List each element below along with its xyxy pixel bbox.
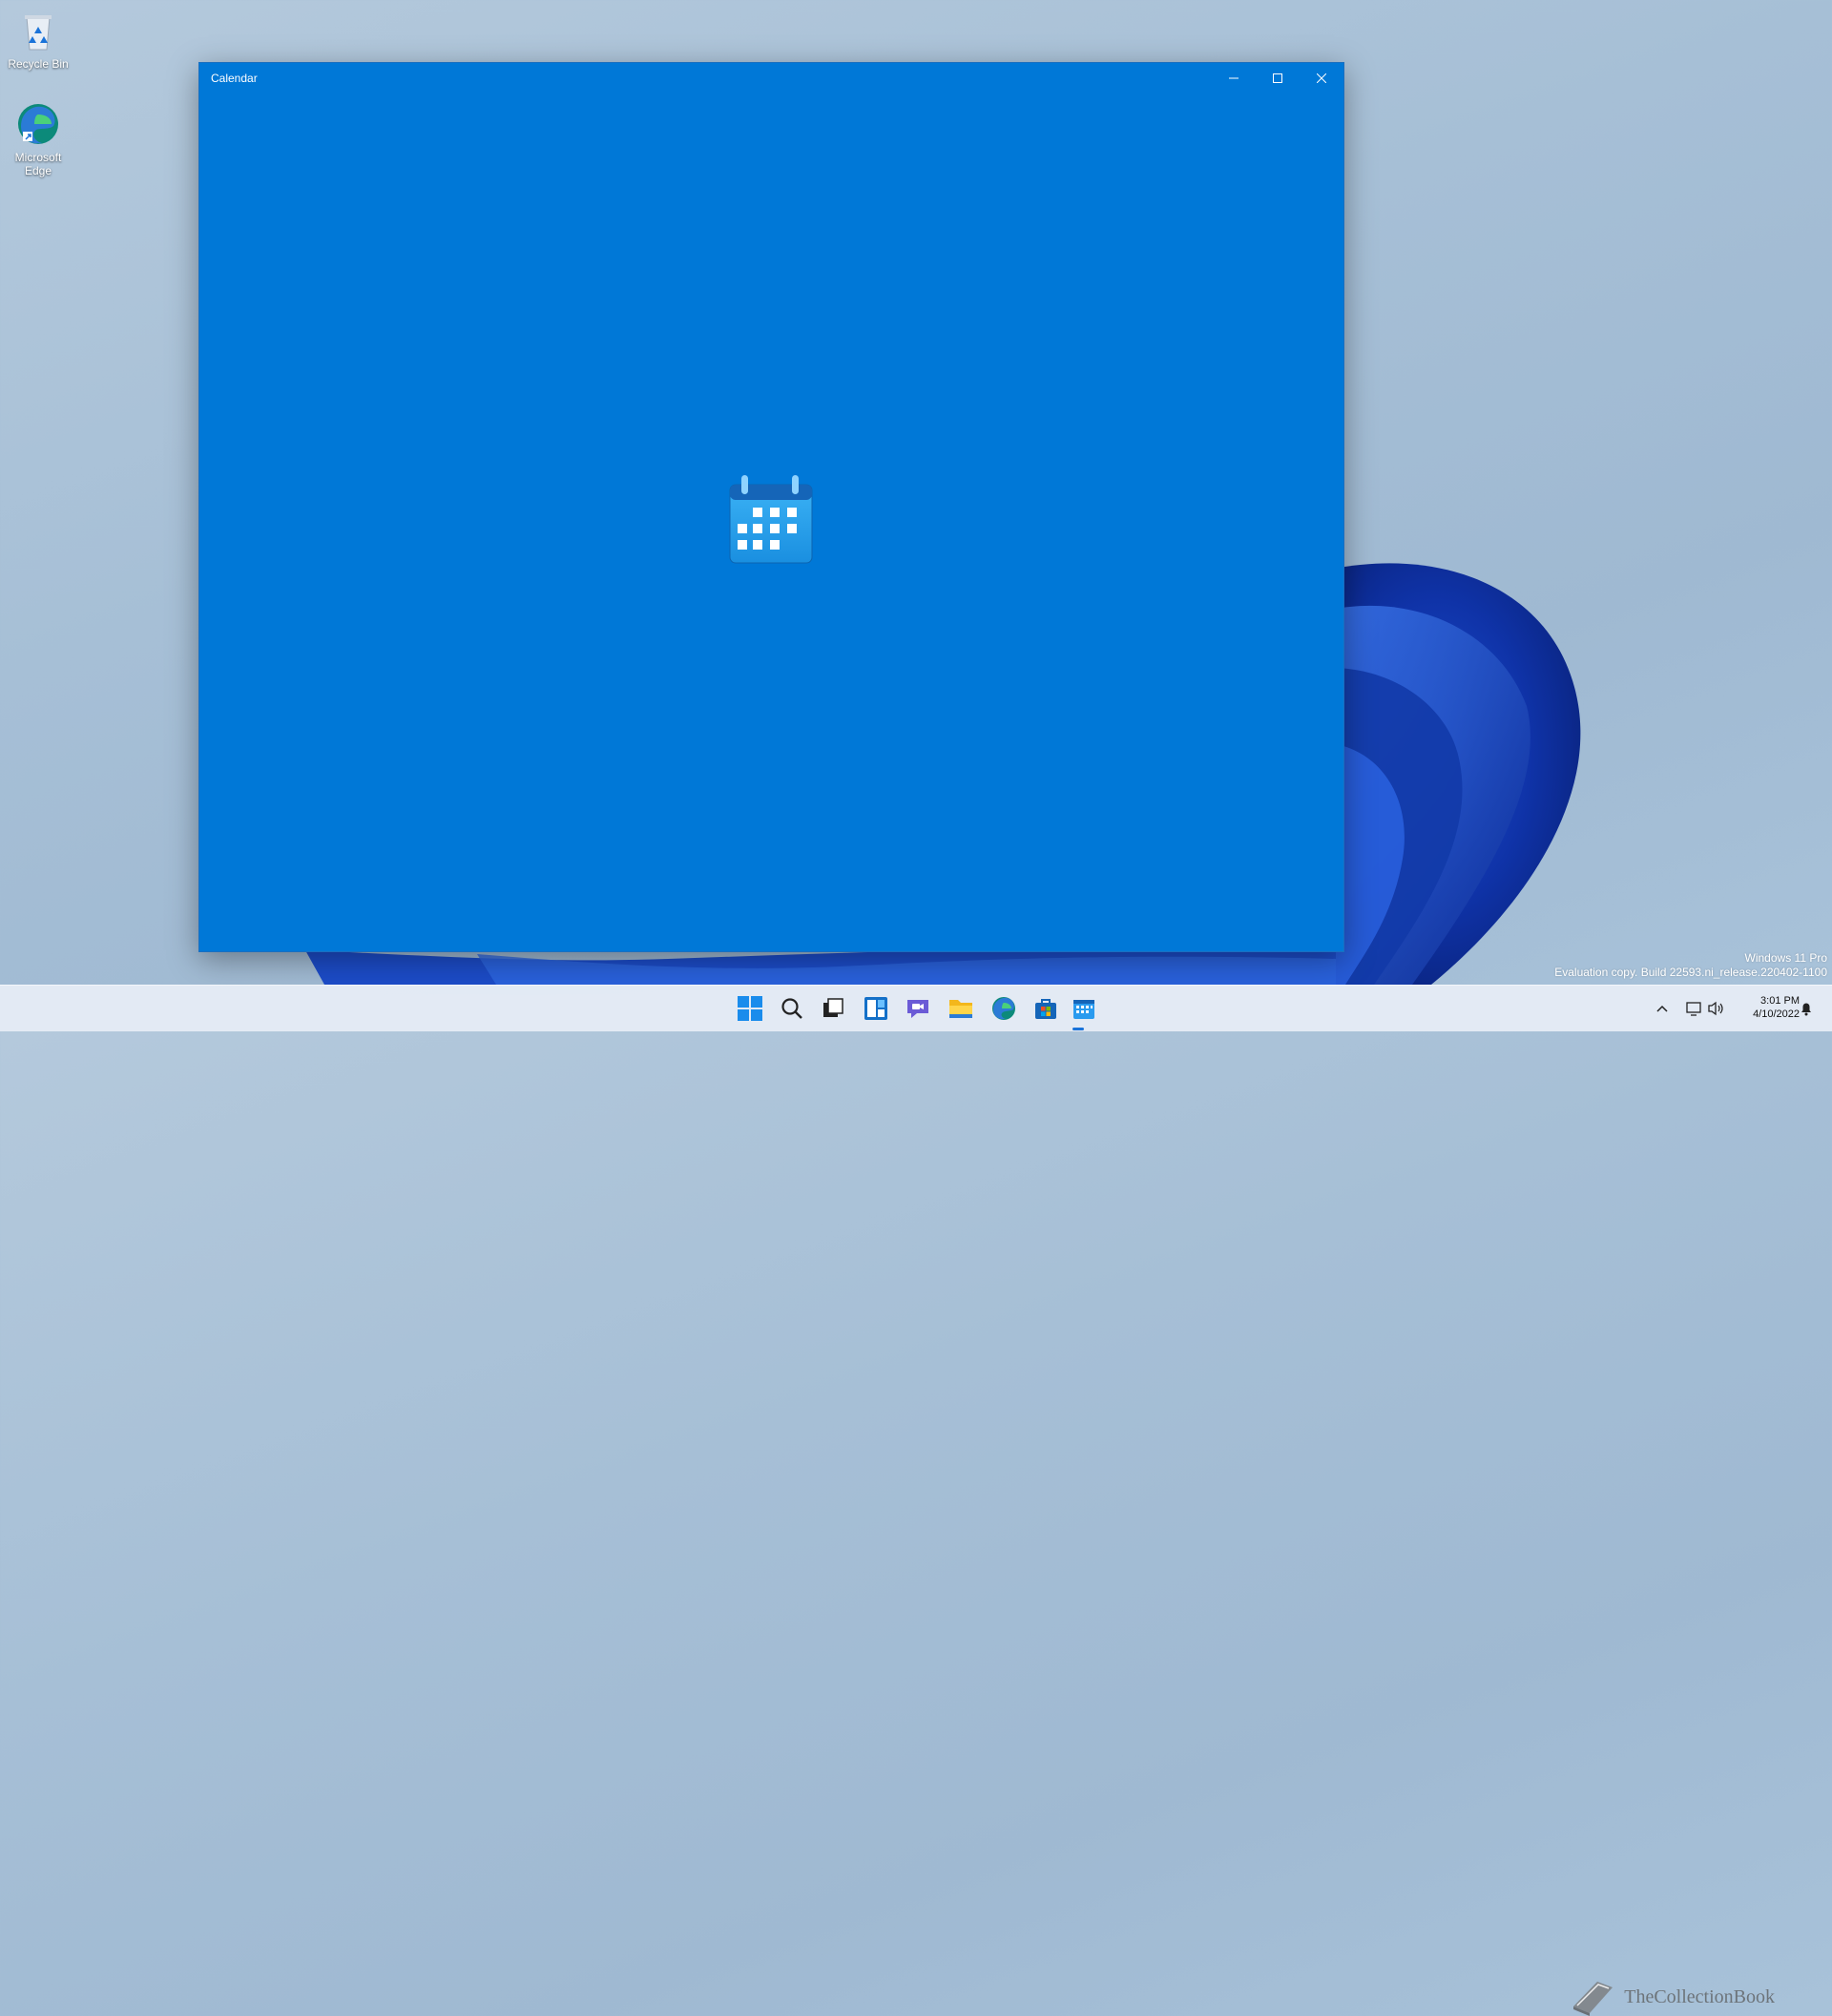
search-icon (781, 998, 802, 1019)
windows-watermark: Windows 11 Pro Evaluation copy. Build 22… (1554, 951, 1827, 980)
network-icon (1686, 1002, 1701, 1016)
desktop-icon-edge[interactable]: Microsoft Edge (0, 101, 76, 177)
window-title: Calendar (211, 72, 258, 85)
search-button[interactable] (775, 991, 809, 1026)
desktop-icon-label: Recycle Bin (8, 57, 69, 71)
maximize-icon (1273, 73, 1282, 83)
chat-icon (907, 1000, 928, 1018)
notifications-button[interactable] (1797, 999, 1816, 1018)
watermark-build: Evaluation copy. Build 22593.ni_release.… (1554, 966, 1827, 979)
minimize-icon (1229, 77, 1239, 79)
chevron-up-icon (1656, 1005, 1668, 1012)
brand-watermark-text: TheCollectionBook (1624, 1985, 1775, 2007)
edge-taskbar-button[interactable] (987, 991, 1021, 1026)
edge-icon (992, 997, 1015, 1020)
task-view-icon (823, 998, 843, 1017)
maximize-button[interactable] (1256, 63, 1300, 94)
store-icon (1035, 999, 1056, 1019)
taskbar: TheCollectionBook 3:01 PM 4/10/2022 (0, 985, 1832, 2016)
recycle-bin-icon (15, 8, 61, 53)
clock-date: 4/10/2022 (1753, 1008, 1800, 1020)
title-bar[interactable]: Calendar (199, 63, 1343, 94)
book-icon (1573, 1982, 1613, 2016)
desktop-icon-recycle-bin[interactable]: Recycle Bin (0, 8, 76, 71)
tray-overflow-button[interactable] (1653, 999, 1672, 1018)
calendar-window[interactable]: Calendar (198, 62, 1344, 952)
close-button[interactable] (1300, 63, 1343, 94)
store-button[interactable] (1029, 991, 1063, 1026)
calendar-icon (1073, 1000, 1094, 1019)
clock[interactable]: 3:01 PM 4/10/2022 (1753, 994, 1800, 1021)
desktop-icon-label: Microsoft Edge (14, 151, 62, 177)
clock-time: 3:01 PM (1760, 995, 1800, 1007)
start-button[interactable] (733, 991, 767, 1026)
widgets-icon (864, 997, 887, 1020)
minimize-button[interactable] (1212, 63, 1256, 94)
edge-icon (15, 101, 61, 147)
chat-button[interactable] (901, 991, 935, 1026)
bell-icon (1801, 1003, 1811, 1016)
watermark-edition: Windows 11 Pro (1744, 951, 1827, 965)
network-button[interactable] (1684, 999, 1703, 1018)
close-icon (1317, 73, 1326, 83)
brand-watermark: TheCollectionBook (1569, 1978, 1775, 2016)
file-explorer-button[interactable] (944, 991, 978, 1026)
calendar-taskbar-button[interactable] (1067, 991, 1101, 1026)
start-icon (738, 996, 762, 1021)
calendar-icon (729, 475, 813, 564)
task-view-button[interactable] (816, 991, 850, 1026)
widgets-button[interactable] (859, 991, 893, 1026)
speaker-icon (1708, 1001, 1723, 1016)
calendar-splash-icon (728, 475, 814, 570)
volume-button[interactable] (1706, 999, 1725, 1018)
file-explorer-icon (949, 1000, 972, 1018)
